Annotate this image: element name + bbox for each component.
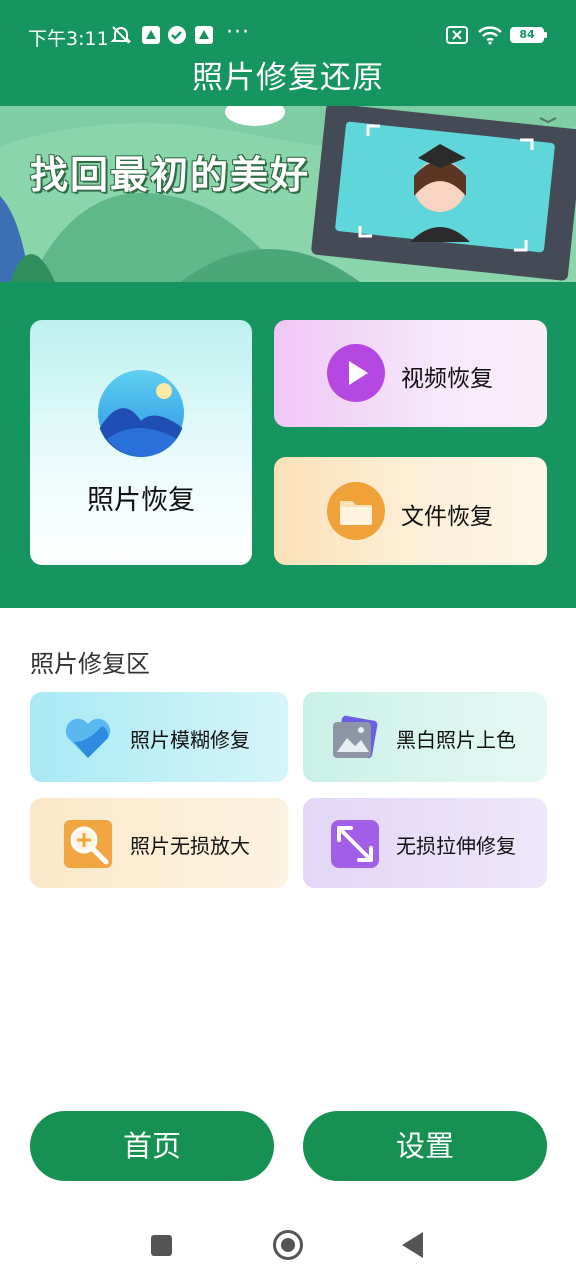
home-button[interactable]: 首页 (30, 1111, 274, 1181)
wifi-icon (477, 24, 503, 46)
mute-bell-icon (110, 24, 132, 46)
app-notify-icon (140, 24, 162, 46)
status-bar: 下午3:11 ··· 84 (0, 0, 576, 54)
section-title: 照片修复区 (30, 650, 150, 678)
folder-icon (327, 482, 385, 540)
status-time: 下午3:11 (28, 28, 109, 50)
settings-button[interactable]: 设置 (303, 1111, 547, 1181)
sim-off-icon (446, 24, 468, 46)
back-button[interactable] (402, 1232, 423, 1258)
photo-deblur-label: 照片模糊修复 (130, 728, 250, 752)
file-recovery-label: 文件恢复 (401, 504, 493, 530)
expand-arrows-icon (331, 820, 379, 868)
colorize-tool[interactable]: 黑白照片上色 (303, 692, 547, 782)
battery-icon: 84 (510, 27, 547, 43)
stretch-repair-label: 无损拉伸修复 (396, 834, 516, 858)
colorize-label: 黑白照片上色 (396, 728, 516, 752)
zoom-in-icon (64, 820, 112, 868)
video-recovery-label: 视频恢复 (401, 366, 493, 392)
home-nav-button[interactable] (273, 1230, 303, 1260)
landscape-icon (98, 370, 185, 457)
stretch-repair-tool[interactable]: 无损拉伸修复 (303, 798, 547, 888)
recent-apps-button[interactable] (151, 1235, 172, 1256)
file-recovery-card[interactable]: 文件恢复 (274, 457, 547, 565)
video-recovery-card[interactable]: 视频恢复 (274, 320, 547, 427)
heart-icon (65, 718, 111, 758)
banner-slogan: 找回最初的美好 (30, 153, 311, 197)
check-circle-icon (166, 24, 188, 46)
photo-deblur-tool[interactable]: 照片模糊修复 (30, 692, 288, 782)
image-stack-icon (333, 715, 378, 759)
photo-recovery-label: 照片恢复 (87, 485, 195, 516)
play-icon (327, 344, 385, 402)
page-title: 照片修复还原 (192, 60, 384, 96)
lossless-zoom-label: 照片无损放大 (130, 834, 250, 858)
photo-recovery-card[interactable]: 照片恢复 (30, 320, 252, 565)
more-notifications-icon: ··· (226, 20, 250, 45)
banner[interactable]: 找回最初的美好 (0, 106, 576, 282)
app-notify-icon (193, 24, 215, 46)
lossless-zoom-tool[interactable]: 照片无损放大 (30, 798, 288, 888)
